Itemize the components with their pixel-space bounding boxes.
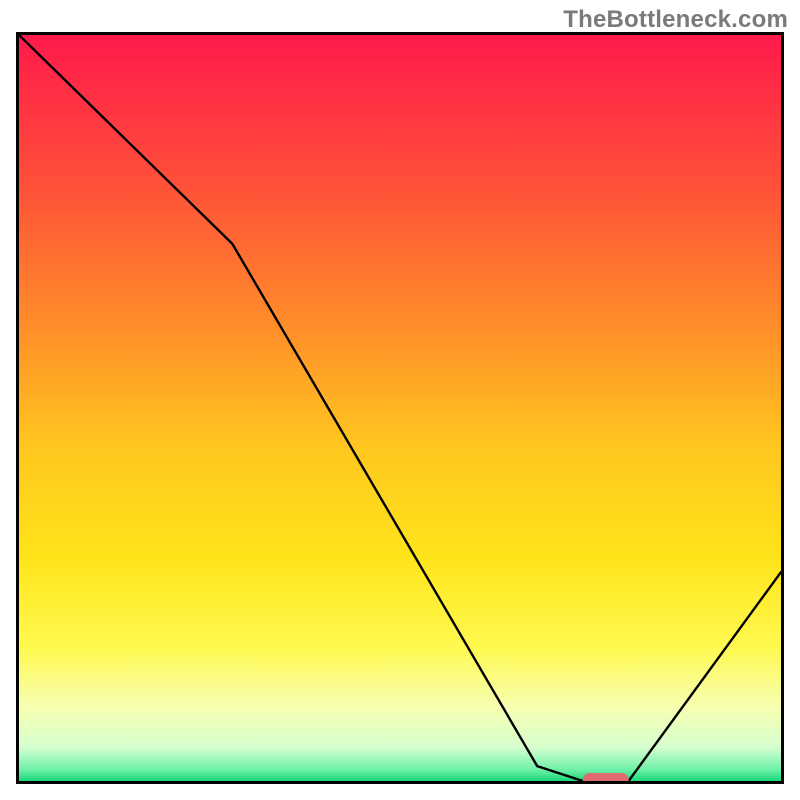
chart-svg (19, 35, 781, 781)
chart-stage: TheBottleneck.com (0, 0, 800, 800)
plot-area (16, 32, 784, 784)
watermark-text: TheBottleneck.com (563, 6, 788, 34)
optimal-marker (583, 773, 629, 781)
